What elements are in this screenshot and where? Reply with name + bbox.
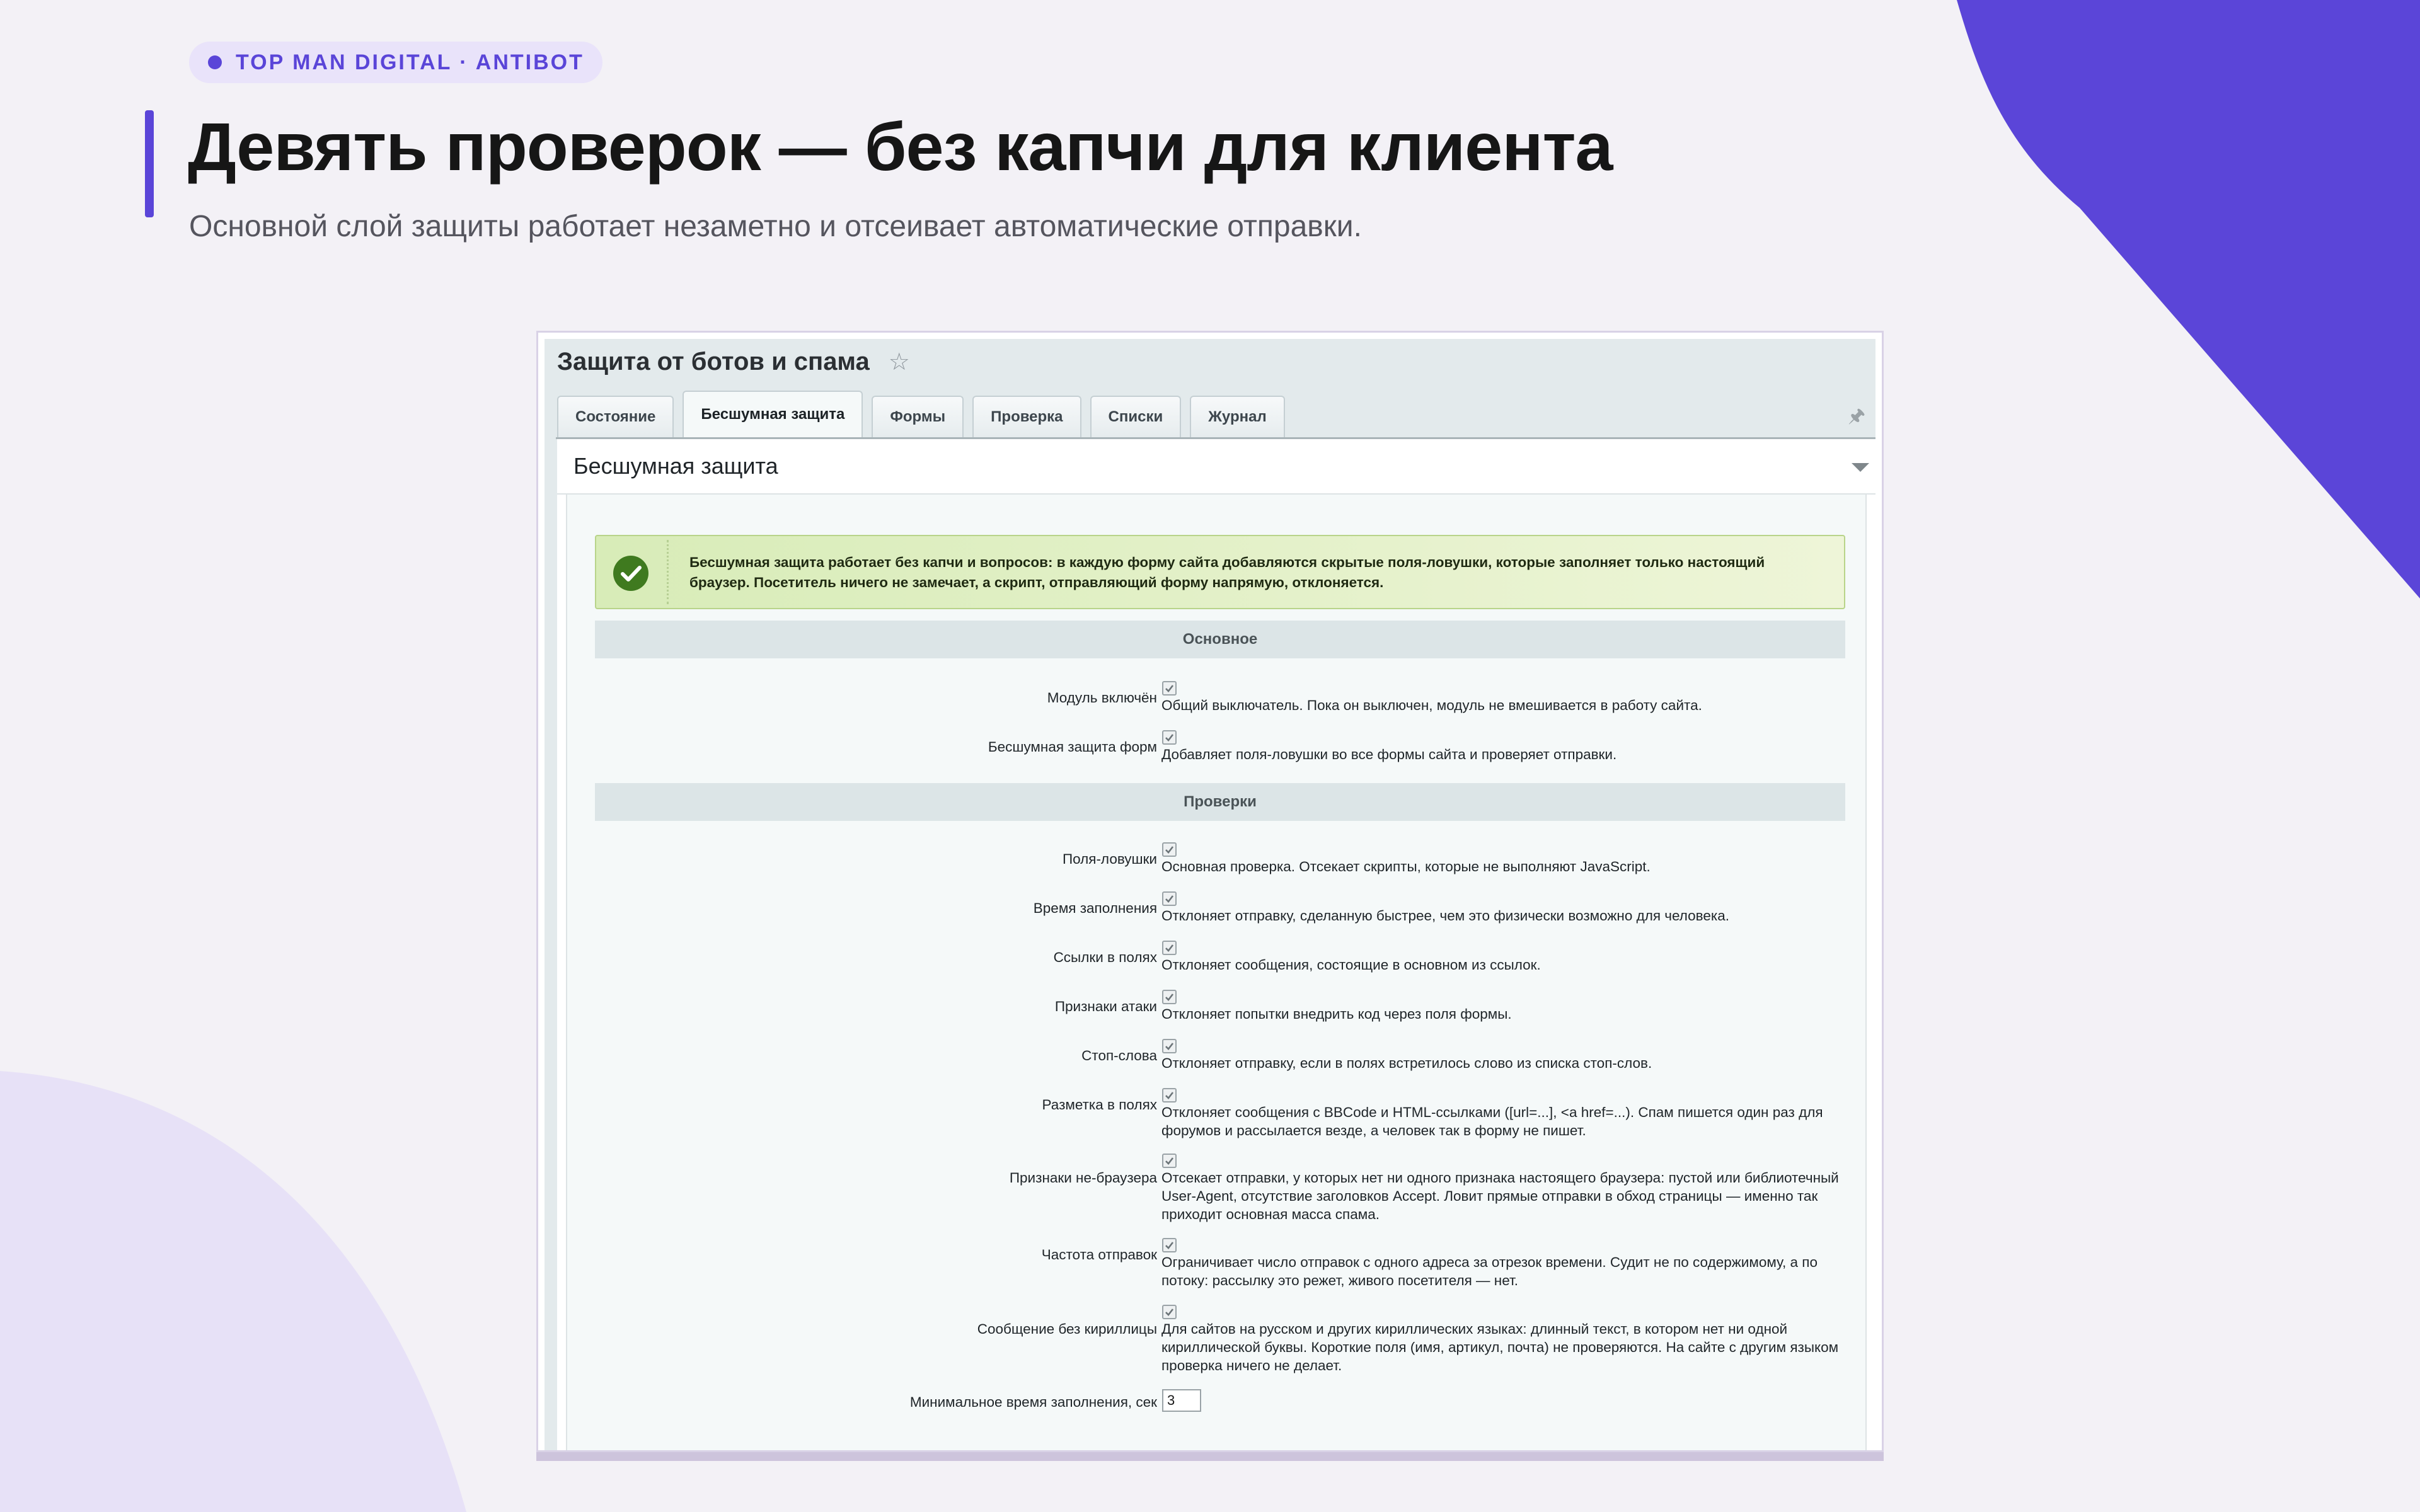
tab-forms[interactable]: Формы xyxy=(872,396,964,437)
non-browser-checkbox[interactable] xyxy=(1162,1154,1177,1168)
honeypot-checkbox[interactable] xyxy=(1162,842,1177,857)
product-badge: TOP MAN DIGITAL · ANTIBOT xyxy=(189,42,602,83)
note-text: Бесшумная защита работает без капчи и во… xyxy=(689,554,1765,590)
setting-label: Время заполнения xyxy=(1033,900,1157,916)
stop-words-checkbox[interactable] xyxy=(1162,1039,1177,1053)
setting-description: Отклоняет попытки внедрить код через пол… xyxy=(1161,1006,1512,1022)
setting-label: Разметка в полях xyxy=(1042,1097,1157,1113)
tab-lists[interactable]: Списки xyxy=(1090,396,1182,437)
setting-label: Признаки атаки xyxy=(1054,999,1157,1014)
module-enabled-checkbox[interactable] xyxy=(1162,681,1177,696)
setting-description: Основная проверка. Отсекает скрипты, кот… xyxy=(1161,859,1651,874)
info-note: Бесшумная защита работает без капчи и во… xyxy=(595,535,1845,609)
pin-icon[interactable]: 🖈 xyxy=(1848,402,1865,434)
setting-label: Частота отправок xyxy=(1041,1247,1157,1263)
badge-label: TOP MAN DIGITAL · ANTIBOT xyxy=(236,50,584,74)
tab-bar: Состояние Бесшумная защита Формы Проверк… xyxy=(557,391,1294,437)
section-header-main: Основное xyxy=(595,621,1845,658)
page-subtitle: Основной слой защиты работает незаметно … xyxy=(189,210,1362,243)
attack-signs-checkbox[interactable] xyxy=(1162,990,1177,1004)
setting-label: Ссылки в полях xyxy=(1053,949,1157,965)
setting-label: Стоп-слова xyxy=(1081,1048,1157,1063)
setting-label: Признаки не-браузера xyxy=(1009,1170,1157,1186)
setting-description: Ограничивает число отправок с одного адр… xyxy=(1161,1254,1818,1288)
setting-description: Отклоняет сообщения, состоящие в основно… xyxy=(1161,957,1541,973)
success-check-icon xyxy=(613,556,648,591)
panel-header[interactable]: Бесшумная защита xyxy=(557,439,1876,495)
setting-description: Общий выключатель. Пока он выключен, мод… xyxy=(1161,697,1702,713)
section-header-checks: Проверки xyxy=(595,783,1845,821)
setting-label: Сообщение без кириллицы xyxy=(977,1321,1157,1337)
screenshot-window: Защита от ботов и спама ☆ Состояние Бесш… xyxy=(536,331,1884,1452)
star-icon[interactable]: ☆ xyxy=(889,348,910,376)
badge-dot-icon xyxy=(208,55,222,69)
tab-check[interactable]: Проверка xyxy=(972,396,1081,437)
tab-status[interactable]: Состояние xyxy=(557,396,674,437)
setting-description: Отклоняет отправку, сделанную быстрее, ч… xyxy=(1161,908,1729,924)
corner-shape-bottom-left xyxy=(0,1071,466,1512)
rate-limit-checkbox[interactable] xyxy=(1162,1238,1177,1252)
fill-time-checkbox[interactable] xyxy=(1162,891,1177,906)
panel-title: Бесшумная защита xyxy=(573,453,778,479)
title-accent-bar xyxy=(145,110,154,217)
setting-label: Модуль включён xyxy=(1047,690,1157,706)
admin-title-text: Защита от ботов и спама xyxy=(557,348,870,375)
note-separator xyxy=(667,540,669,604)
tab-silent-protection[interactable]: Бесшумная защита xyxy=(683,391,863,437)
admin-page: Защита от ботов и спама ☆ Состояние Бесш… xyxy=(544,339,1876,1450)
links-checkbox[interactable] xyxy=(1162,941,1177,955)
min-fill-time-input[interactable] xyxy=(1162,1389,1201,1412)
setting-description: Отсекает отправки, у которых нет ни одно… xyxy=(1161,1170,1839,1222)
setting-description: Отклоняет отправку, если в полях встрети… xyxy=(1161,1055,1652,1071)
setting-description: Добавляет поля-ловушки во все формы сайт… xyxy=(1161,747,1617,762)
no-cyrillic-checkbox[interactable] xyxy=(1162,1305,1177,1319)
markup-checkbox[interactable] xyxy=(1162,1088,1177,1102)
tab-journal[interactable]: Журнал xyxy=(1190,396,1285,437)
setting-description: Для сайтов на русском и других кирилличе… xyxy=(1161,1321,1839,1373)
settings-panel: Бесшумная защита Бесшумная защита работа… xyxy=(557,439,1876,1450)
page-title: Девять проверок — без капчи для клиента xyxy=(188,108,1613,185)
silent-forms-checkbox[interactable] xyxy=(1162,730,1177,745)
setting-label: Поля-ловушки xyxy=(1062,851,1157,867)
panel-body: Бесшумная защита работает без капчи и во… xyxy=(566,495,1867,1450)
collapse-arrow-icon[interactable] xyxy=(1852,463,1869,472)
corner-shape-top-right xyxy=(1957,0,2420,598)
setting-label: Минимальное время заполнения, сек xyxy=(909,1394,1157,1410)
admin-page-title: Защита от ботов и спама ☆ xyxy=(557,348,910,376)
setting-label: Бесшумная защита форм xyxy=(988,739,1157,755)
setting-description: Отклоняет сообщения с BBCode и HTML-ссыл… xyxy=(1161,1104,1823,1138)
